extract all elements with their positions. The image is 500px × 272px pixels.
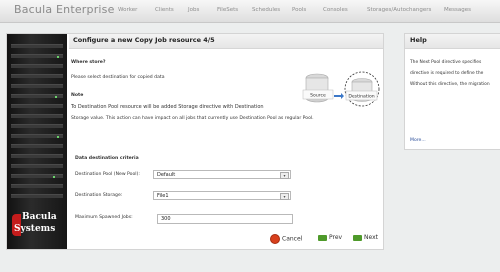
wizard-title-bar: Configure a new Copy Job resource 4/5 bbox=[69, 34, 383, 49]
help-line-3: Without this directive, the migration bbox=[410, 82, 490, 87]
chevron-down-icon: ▾ bbox=[280, 172, 289, 179]
help-more-link[interactable]: More... bbox=[410, 138, 426, 143]
chevron-down-icon: ▾ bbox=[280, 193, 289, 200]
nav-storages[interactable]: Storages/Autochangers bbox=[367, 7, 431, 13]
nav-filesets[interactable]: FileSets bbox=[217, 7, 238, 13]
nav-consoles[interactable]: Consoles bbox=[323, 7, 348, 13]
top-bar: Bacula Enterprise Worker Clients Jobs Fi… bbox=[0, 0, 500, 23]
cancel-icon bbox=[270, 234, 280, 244]
where-store-heading: Where store? bbox=[71, 60, 106, 65]
arrow-right-icon bbox=[353, 234, 362, 241]
section-title: Data destination criteria bbox=[75, 156, 139, 161]
help-title: Help bbox=[410, 36, 427, 44]
help-title-bar: Help bbox=[405, 34, 500, 49]
diagram-source-label: Source bbox=[310, 93, 326, 99]
server-rack-image: Bacula Systems bbox=[7, 34, 67, 249]
nav-messages[interactable]: Messages bbox=[444, 7, 471, 13]
wizard-panel: Bacula Systems Configure a new Copy Job … bbox=[6, 33, 384, 250]
destination-storage-select[interactable]: File1 ▾ bbox=[153, 191, 291, 200]
wizard-title: Configure a new Copy Job resource 4/5 bbox=[73, 36, 215, 44]
arrow-left-icon bbox=[318, 234, 327, 241]
destination-storage-label: Destination Storage: bbox=[75, 193, 123, 198]
diagram-destination-label: Destination bbox=[348, 94, 374, 100]
nav-worker[interactable]: Worker bbox=[118, 7, 137, 13]
note-line-2: Storage value. This action can have impa… bbox=[71, 116, 314, 121]
nav-clients[interactable]: Clients bbox=[155, 7, 174, 13]
next-button[interactable]: Next bbox=[353, 234, 378, 241]
max-jobs-label: Maximum Spawned Jobs: bbox=[75, 215, 133, 220]
instruction-text: Please select destination for copied dat… bbox=[71, 75, 165, 80]
note-line-1: To Destination Pool resource will be add… bbox=[71, 104, 264, 110]
prev-button[interactable]: Prev bbox=[318, 234, 342, 241]
note-label: Note bbox=[71, 93, 84, 98]
destination-pool-label: Destination Pool (New Pool): bbox=[75, 172, 140, 177]
help-line-1: The Next Pool directive specifies bbox=[410, 60, 482, 65]
nav-schedules[interactable]: Schedules bbox=[252, 7, 280, 13]
bacula-systems-logo: Bacula Systems bbox=[12, 212, 57, 236]
cancel-button[interactable]: Cancel bbox=[270, 234, 302, 244]
max-jobs-input[interactable]: 300 bbox=[157, 214, 293, 224]
nav-jobs[interactable]: Jobs bbox=[188, 7, 199, 13]
help-panel: Help The Next Pool directive specifies d… bbox=[404, 33, 500, 150]
copy-diagram: Source Destination bbox=[302, 71, 380, 107]
help-line-2: directive is required to define the bbox=[410, 71, 484, 76]
nav-pools[interactable]: Pools bbox=[292, 7, 306, 13]
brand-title: Bacula Enterprise bbox=[14, 3, 115, 16]
destination-pool-select[interactable]: Default ▾ bbox=[153, 170, 291, 179]
